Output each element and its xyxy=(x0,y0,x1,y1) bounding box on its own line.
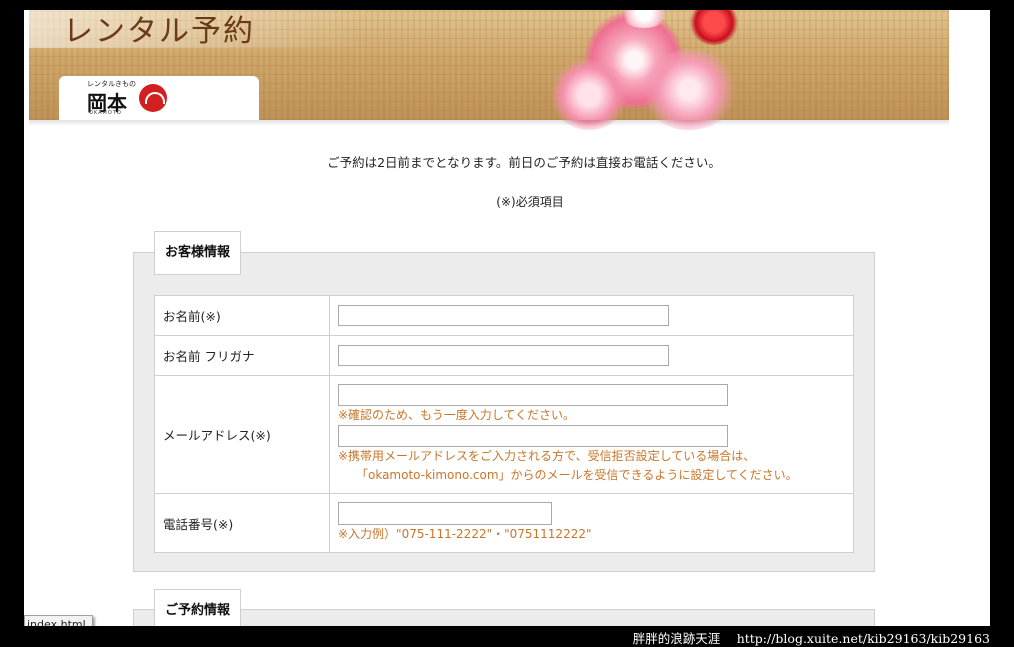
phone-cell: ※入力例）"075-111-2222"・"0751112222" xyxy=(329,493,854,553)
blog-watermark: 胖胖的浪跡天涯 http://blog.xuite.net/kib29163/k… xyxy=(632,631,990,646)
banner-shadow xyxy=(29,120,949,126)
header-banner: レンタル予約 レンタルきもの 岡本 OKAMOTO xyxy=(29,10,949,130)
reservation-notice: ご予約は2日前までとなります。前日のご予約は直接お電話ください。 xyxy=(327,155,721,170)
phone-input[interactable] xyxy=(338,502,552,525)
table-row: 電話番号(※) ※入力例）"075-111-2222"・"0751112222" xyxy=(154,493,854,553)
reservation-info-fieldset xyxy=(133,609,875,626)
phone-label: 電話番号(※) xyxy=(154,493,330,553)
customer-info-legend: お客様情報 xyxy=(154,231,242,275)
table-row: お名前 フリガナ xyxy=(154,335,854,376)
email-label: メールアドレス(※) xyxy=(154,375,330,494)
email-confirm-input[interactable] xyxy=(338,425,728,447)
flower-decoration xyxy=(639,50,739,130)
email-cell: ※確認のため、もう一度入力してください。 ※携帯用メールアドレスをご入力される方… xyxy=(329,375,854,494)
status-bar-link-tooltip: index.html xyxy=(24,615,93,626)
customer-info-table: お名前(※) お名前 フリガナ メールアドレス(※) ※確認のため、もう一度入力… xyxy=(154,295,854,553)
kana-label: お名前 フリガナ xyxy=(154,335,330,376)
name-input[interactable] xyxy=(338,305,669,326)
phone-hint: ※入力例）"075-111-2222"・"0751112222" xyxy=(338,527,592,541)
logo-mark-icon xyxy=(139,84,167,112)
logo-tab: レンタルきもの 岡本 OKAMOTO xyxy=(59,76,259,120)
kana-input[interactable] xyxy=(338,345,669,366)
table-row: お名前(※) xyxy=(154,295,854,336)
email-domain-hint: 「okamoto-kimono.com」からのメールを受信できるように設定してく… xyxy=(356,468,798,482)
email-input[interactable] xyxy=(338,384,728,406)
name-cell xyxy=(329,295,854,336)
page-title: レンタル予約 xyxy=(63,14,255,49)
logo-roman: OKAMOTO xyxy=(89,110,122,116)
flower-decoration xyxy=(689,10,739,45)
reservation-info-legend: ご予約情報 xyxy=(154,589,242,626)
email-confirm-hint: ※確認のため、もう一度入力してください。 xyxy=(338,408,575,422)
required-note: (※)必須項目 xyxy=(496,195,564,209)
table-row: メールアドレス(※) ※確認のため、もう一度入力してください。 ※携帯用メールア… xyxy=(154,375,854,494)
page: レンタル予約 レンタルきもの 岡本 OKAMOTO ご予約は2日前までとなります… xyxy=(24,10,990,626)
email-mobile-hint: ※携帯用メールアドレスをご入力される方で、受信拒否設定している場合は、 xyxy=(338,449,756,463)
name-label: お名前(※) xyxy=(154,295,330,336)
kana-cell xyxy=(329,335,854,376)
